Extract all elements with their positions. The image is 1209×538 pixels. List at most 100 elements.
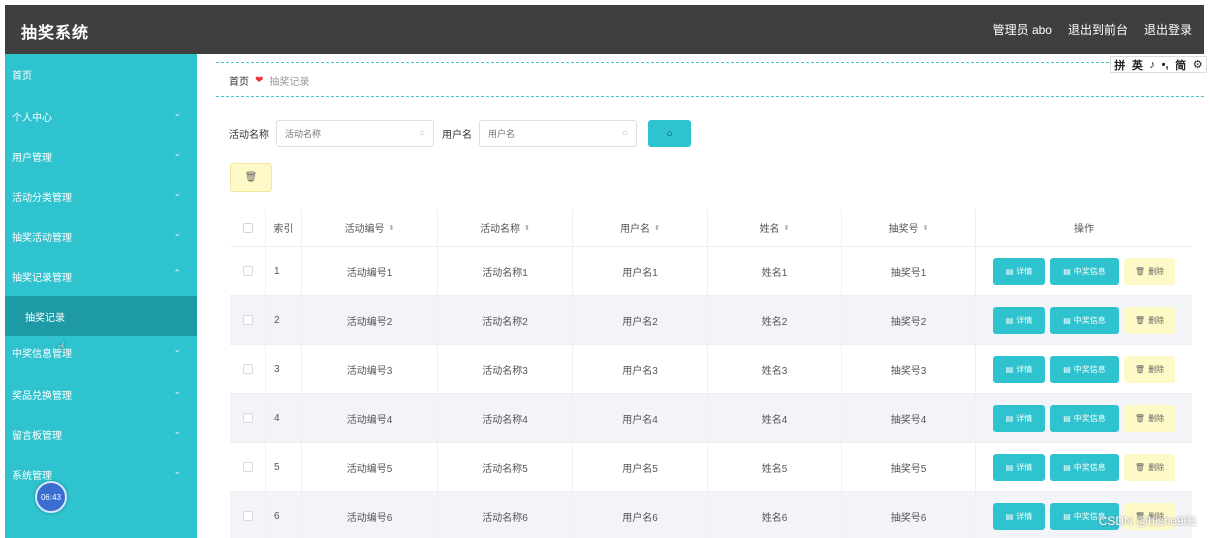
- detail-button[interactable]: ▤ 详情: [993, 306, 1045, 334]
- delete-button[interactable]: 🗑 删除: [1124, 355, 1175, 383]
- ime-english-icon[interactable]: 英: [1132, 57, 1143, 73]
- records-table: 索引 活动编号 ⬍ 活动名称 ⬍ 用户名 ⬍ 姓名 ⬍ 抽奖号 ⬍ 操作 1 活动编号1 …: [230, 209, 1192, 538]
- detail-button[interactable]: ▤ 详情: [993, 453, 1045, 481]
- delete-button[interactable]: 🗑 删除: [1124, 453, 1175, 481]
- cell-name: 姓名4: [708, 394, 842, 442]
- select-all-cell: [230, 209, 266, 246]
- detail-button[interactable]: ▤ 详情: [993, 502, 1045, 530]
- app-title: 抽奖系统: [21, 25, 90, 42]
- sidebar-subitem-lottery-record[interactable]: 抽奖记录: [5, 296, 197, 336]
- breadcrumb-home[interactable]: 首页: [229, 73, 249, 88]
- delete-label: 删除: [1148, 364, 1165, 374]
- ime-pinyin-icon[interactable]: 拼: [1114, 57, 1125, 73]
- delete-button[interactable]: 🗑 删除: [1124, 306, 1175, 334]
- prize-info-button[interactable]: ▤ 中奖信息: [1050, 355, 1119, 383]
- header-name[interactable]: 姓名 ⬍: [708, 209, 842, 246]
- delete-button[interactable]: 🗑 删除: [1124, 404, 1175, 432]
- ime-toolbar[interactable]: 拼 英 ♪ •, 简 ⚙: [1110, 56, 1207, 73]
- sidebar-item-label: 个人中心: [12, 112, 52, 124]
- batch-delete-button[interactable]: 🗑: [230, 163, 272, 192]
- sidebar-item-message-board[interactable]: 留言板管理 ⌄: [5, 414, 197, 454]
- header-label: 抽奖号: [888, 224, 919, 235]
- activity-name-label: 活动名称: [229, 130, 269, 141]
- detail-button[interactable]: ▤ 详情: [993, 257, 1045, 285]
- row-checkbox[interactable]: [242, 462, 253, 472]
- ime-settings-icon[interactable]: ⚙: [1193, 58, 1203, 71]
- detail-button[interactable]: ▤ 详情: [993, 355, 1045, 383]
- sort-icon: ⬍: [922, 224, 929, 232]
- sidebar-item-system[interactable]: 系统管理 ⌄: [5, 454, 197, 494]
- row-checkbox[interactable]: [242, 315, 253, 325]
- sidebar-item-user-management[interactable]: 用户管理 ⌄: [5, 136, 197, 176]
- header-draw-no[interactable]: 抽奖号 ⬍: [842, 209, 976, 246]
- sidebar-item-activity-category[interactable]: 活动分类管理 ⌄: [5, 176, 197, 216]
- cell-draw-no: 抽奖号3: [842, 345, 976, 393]
- sidebar-item-label: 抽奖记录: [25, 312, 65, 324]
- ime-moon-icon[interactable]: ♪: [1150, 59, 1156, 71]
- sidebar-item-label: 活动分类管理: [12, 192, 72, 204]
- row-select-cell: [230, 394, 266, 442]
- sort-icon: ⬍: [388, 224, 395, 232]
- cell-activity-no: 活动编号5: [302, 443, 438, 491]
- sidebar-item-prize-info[interactable]: 中奖信息管理 ⌄: [5, 332, 197, 372]
- cell-actions: ▤ 详情 ▤ 中奖信息 🗑 删除: [976, 394, 1192, 442]
- header-label: 活动名称: [480, 224, 521, 235]
- prize-info-button[interactable]: ▤ 中奖信息: [1050, 453, 1119, 481]
- cell-draw-no: 抽奖号2: [842, 296, 976, 344]
- header-activity-no[interactable]: 活动编号 ⬍: [302, 209, 438, 246]
- table-row: 5 活动编号5 活动名称5 用户名5 姓名5 抽奖号5 ▤ 详情 ▤ 中奖信息 🗑 删…: [230, 443, 1192, 492]
- delete-button[interactable]: 🗑 删除: [1124, 257, 1175, 285]
- sidebar-item-personal-center[interactable]: 个人中心 ⌄: [5, 96, 197, 136]
- sidebar-item-prize-exchange[interactable]: 奖品兑换管理 ⌄: [5, 374, 197, 414]
- to-front-link[interactable]: 退出到前台: [1068, 21, 1128, 38]
- row-checkbox[interactable]: [242, 266, 253, 276]
- trash-icon: 🗑: [1134, 315, 1146, 325]
- ime-simplified-icon[interactable]: 简: [1175, 57, 1186, 73]
- detail-label: 详情: [1016, 364, 1033, 374]
- cell-username: 用户名4: [573, 394, 708, 442]
- cell-index: 6: [266, 492, 302, 538]
- row-checkbox[interactable]: [242, 413, 253, 423]
- detail-button[interactable]: ▤ 详情: [993, 404, 1045, 432]
- row-checkbox[interactable]: [242, 511, 253, 521]
- logout-link[interactable]: 退出登录: [1144, 21, 1192, 38]
- prize-info-button[interactable]: ▤ 中奖信息: [1050, 257, 1119, 285]
- cell-activity-name: 活动名称3: [438, 345, 573, 393]
- header-actions: 管理员 abo 退出到前台 退出登录: [993, 21, 1192, 38]
- chevron-down-icon: ⌄: [173, 344, 181, 354]
- activity-name-input[interactable]: [285, 128, 395, 139]
- sidebar-item-home[interactable]: 首页: [5, 54, 197, 94]
- activity-name-field[interactable]: ○: [276, 120, 434, 147]
- search-button[interactable]: ○: [648, 120, 691, 147]
- cell-name: 姓名3: [708, 345, 842, 393]
- cell-actions: ▤ 详情 ▤ 中奖信息 🗑 删除: [976, 247, 1192, 295]
- row-select-cell: [230, 492, 266, 538]
- prize-info-button[interactable]: ▤ 中奖信息: [1050, 306, 1119, 334]
- cell-name: 姓名6: [708, 492, 842, 538]
- sidebar-item-lottery-records[interactable]: 抽奖记录管理 ⌃: [5, 256, 197, 296]
- row-select-cell: [230, 296, 266, 344]
- sidebar: 首页 个人中心 ⌄ 用户管理 ⌄ 活动分类管理 ⌄ 抽奖活动管理 ⌄ 抽奖记录管理 ⌃ 抽…: [5, 54, 197, 538]
- mouse-pointer-icon: ☝: [57, 339, 66, 355]
- select-all-checkbox[interactable]: [242, 222, 253, 233]
- row-select-cell: [230, 247, 266, 295]
- prize-info-button[interactable]: ▤ 中奖信息: [1050, 404, 1119, 432]
- row-checkbox[interactable]: [242, 364, 253, 374]
- delete-label: 删除: [1148, 413, 1165, 423]
- document-icon: ▤: [1063, 364, 1071, 374]
- document-icon: ▤: [1063, 266, 1071, 276]
- header-activity-name[interactable]: 活动名称 ⬍: [438, 209, 573, 246]
- sidebar-item-lottery-activity[interactable]: 抽奖活动管理 ⌄: [5, 216, 197, 256]
- ime-punctuation-icon[interactable]: •,: [1162, 59, 1169, 71]
- document-icon: ▤: [1063, 462, 1071, 472]
- chevron-down-icon: ⌄: [173, 386, 181, 396]
- cell-index: 2: [266, 296, 302, 344]
- breadcrumb: 首页 ❤ 抽奖记录: [229, 73, 309, 88]
- trash-icon: 🗑: [1134, 364, 1146, 374]
- document-icon: ▤: [1063, 511, 1071, 521]
- username-field[interactable]: ○: [479, 120, 637, 147]
- table-row: 4 活动编号4 活动名称4 用户名4 姓名4 抽奖号4 ▤ 详情 ▤ 中奖信息 🗑 删…: [230, 394, 1192, 443]
- header-username[interactable]: 用户名 ⬍: [573, 209, 708, 246]
- clock-badge[interactable]: 06:43: [35, 481, 67, 513]
- username-input[interactable]: [488, 128, 598, 139]
